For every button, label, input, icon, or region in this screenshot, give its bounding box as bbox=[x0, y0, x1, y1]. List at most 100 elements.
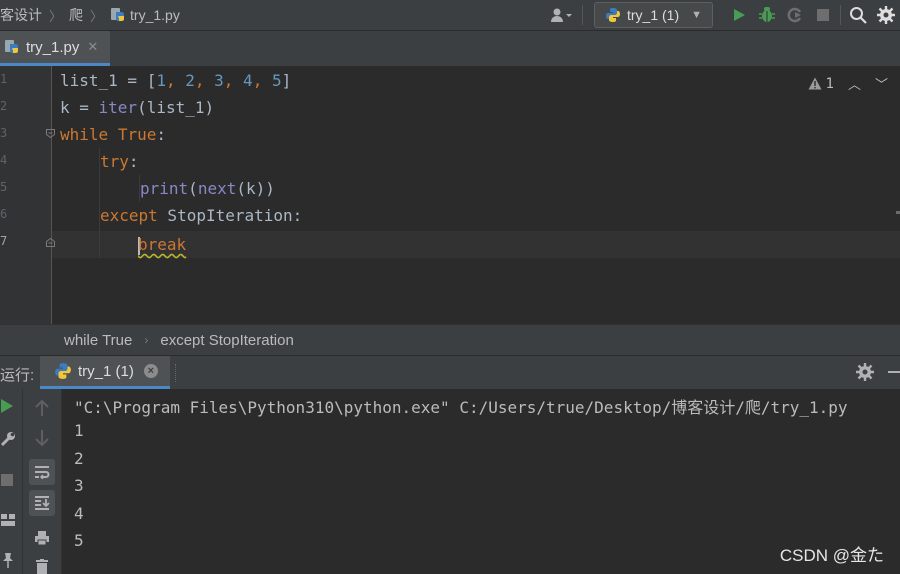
tab-separator bbox=[175, 364, 177, 382]
run-configuration-dropdown[interactable]: try_1 (1) ▼ bbox=[593, 2, 713, 28]
line-number: 5 bbox=[0, 180, 8, 194]
toolbar-separator bbox=[840, 5, 841, 25]
fold-end-marker-icon[interactable] bbox=[46, 238, 55, 247]
line-number: 3 bbox=[0, 126, 8, 140]
breadcrumb-file[interactable]: try_1.py bbox=[108, 7, 182, 23]
trash-icon[interactable] bbox=[34, 559, 50, 574]
breadcrumb-file-label: try_1.py bbox=[130, 7, 180, 23]
run-label: 运行: bbox=[0, 367, 35, 384]
breadcrumb-folder[interactable]: 爬 bbox=[67, 5, 85, 25]
run-configuration-label: try_1 (1) bbox=[626, 7, 680, 23]
code-token: (list_1) bbox=[137, 98, 215, 117]
warning-count-label: 1 bbox=[825, 75, 834, 92]
code-line-1: list_1 = [1, 2, 3, 4, 5] bbox=[60, 67, 291, 94]
close-icon[interactable]: ✕ bbox=[87, 39, 98, 55]
fold-marker-icon[interactable] bbox=[46, 129, 55, 138]
pin-icon[interactable] bbox=[0, 551, 16, 569]
stop-icon[interactable] bbox=[809, 1, 837, 29]
wrench-icon[interactable] bbox=[0, 430, 16, 448]
python-file-icon bbox=[5, 40, 18, 53]
console-output-line: 1 bbox=[74, 421, 84, 440]
gear-icon[interactable] bbox=[856, 363, 874, 385]
scrollbar-marker[interactable] bbox=[896, 211, 900, 214]
code-token: , bbox=[165, 71, 186, 90]
python-icon bbox=[605, 8, 620, 22]
code-token: : bbox=[128, 152, 139, 171]
breadcrumb-project-label: 客设计 bbox=[0, 7, 42, 23]
code-line-4: try: bbox=[100, 148, 139, 175]
code-number: 1 bbox=[156, 71, 166, 90]
toolbar-separator bbox=[581, 5, 583, 25]
code-token: k = bbox=[60, 98, 99, 117]
breadcrumb-except[interactable]: except StopIteration bbox=[160, 332, 293, 349]
code-token: StopIteration: bbox=[157, 206, 303, 225]
gear-icon[interactable] bbox=[872, 1, 900, 29]
user-icon[interactable] bbox=[543, 1, 579, 29]
console-output-line: 5 bbox=[74, 531, 84, 550]
code-number: 2 bbox=[185, 71, 195, 90]
run-toolbar-right bbox=[23, 389, 62, 574]
breadcrumb-folder-label: 爬 bbox=[69, 7, 84, 23]
run-tab-label: try_1 (1) bbox=[78, 362, 134, 380]
line-number-gutter: 1 2 3 4 5 6 7 bbox=[0, 66, 52, 324]
rerun-icon[interactable] bbox=[0, 398, 14, 414]
run-tool-window-header: 运行: try_1 (1) × bbox=[0, 355, 900, 390]
toolbar-right: try_1 (1) ▼ bbox=[543, 0, 900, 30]
chevron-down-icon[interactable]: ﹀ bbox=[875, 74, 888, 93]
chevron-right-icon: › bbox=[144, 333, 149, 347]
console-output-line: 4 bbox=[74, 504, 84, 523]
soft-wrap-icon[interactable] bbox=[29, 459, 55, 485]
console-command-line: "C:\Program Files\Python310\python.exe" … bbox=[74, 398, 848, 417]
line-number: 6 bbox=[0, 207, 8, 221]
line-number-current: 7 bbox=[0, 234, 8, 248]
chevron-right-icon: 〉 bbox=[49, 8, 63, 24]
scroll-to-end-icon[interactable] bbox=[29, 490, 55, 516]
editor-tab-bar: try_1.py ✕ bbox=[0, 31, 900, 67]
search-icon[interactable] bbox=[844, 1, 872, 29]
line-number: 4 bbox=[0, 153, 8, 167]
breadcrumb-project[interactable]: 客设计 bbox=[0, 5, 44, 25]
code-token: ( bbox=[188, 179, 198, 198]
debug-icon[interactable] bbox=[753, 1, 781, 29]
code-line-7: break bbox=[138, 231, 186, 258]
code-token: (k)) bbox=[236, 179, 275, 198]
arrow-down-icon[interactable] bbox=[33, 430, 51, 446]
chevron-up-icon[interactable]: ︿ bbox=[848, 74, 861, 93]
run-toolbar-left bbox=[0, 389, 23, 574]
code-builtin: next bbox=[197, 179, 237, 198]
inspection-widget[interactable]: 1 ︿ ﹀ bbox=[808, 74, 888, 93]
code-editor[interactable]: 1 2 3 4 5 6 7 list_1 = [1, 2, 3, 4, 5] k… bbox=[0, 66, 900, 324]
stop-icon[interactable] bbox=[0, 472, 14, 488]
run-icon[interactable] bbox=[725, 1, 753, 29]
close-icon[interactable]: × bbox=[143, 364, 158, 378]
run-with-coverage-icon[interactable] bbox=[781, 1, 809, 29]
gutter-divider bbox=[51, 66, 52, 324]
line-number: 1 bbox=[0, 72, 8, 86]
code-keyword: while bbox=[60, 125, 109, 144]
code-line-3: while True: bbox=[60, 121, 166, 148]
code-line-6: except StopIteration: bbox=[100, 202, 302, 229]
code-token: , bbox=[223, 71, 244, 90]
python-file-icon bbox=[111, 8, 125, 21]
chevron-down-icon: ▼ bbox=[691, 9, 702, 21]
print-icon[interactable] bbox=[33, 530, 51, 546]
tab-label: try_1.py bbox=[26, 38, 80, 56]
code-line-2: k = iter(list_1) bbox=[60, 94, 214, 121]
code-builtin: iter bbox=[98, 98, 138, 117]
warning-icon bbox=[808, 77, 822, 90]
tab-run-try-1[interactable]: try_1 (1) × bbox=[40, 356, 170, 389]
layout-icon[interactable] bbox=[0, 512, 16, 528]
watermark: CSDN @金た bbox=[779, 546, 884, 565]
arrow-up-icon[interactable] bbox=[33, 400, 51, 416]
code-keyword: try bbox=[100, 152, 129, 171]
breadcrumb-while-true[interactable]: while True bbox=[64, 332, 132, 349]
line-number: 2 bbox=[0, 99, 8, 113]
navigation-bar: 客设计 〉 爬 〉 try_1.py try_1 (1) ▼ bbox=[0, 0, 900, 31]
console-output-line: 2 bbox=[74, 449, 84, 468]
minimize-icon[interactable] bbox=[888, 371, 900, 373]
chevron-right-icon: 〉 bbox=[90, 8, 104, 24]
code-breadcrumb: while True › except StopIteration bbox=[0, 324, 900, 355]
tab-try-1-py[interactable]: try_1.py ✕ bbox=[0, 31, 110, 66]
warning-count[interactable]: 1 bbox=[808, 76, 834, 92]
code-number: 5 bbox=[271, 71, 282, 90]
